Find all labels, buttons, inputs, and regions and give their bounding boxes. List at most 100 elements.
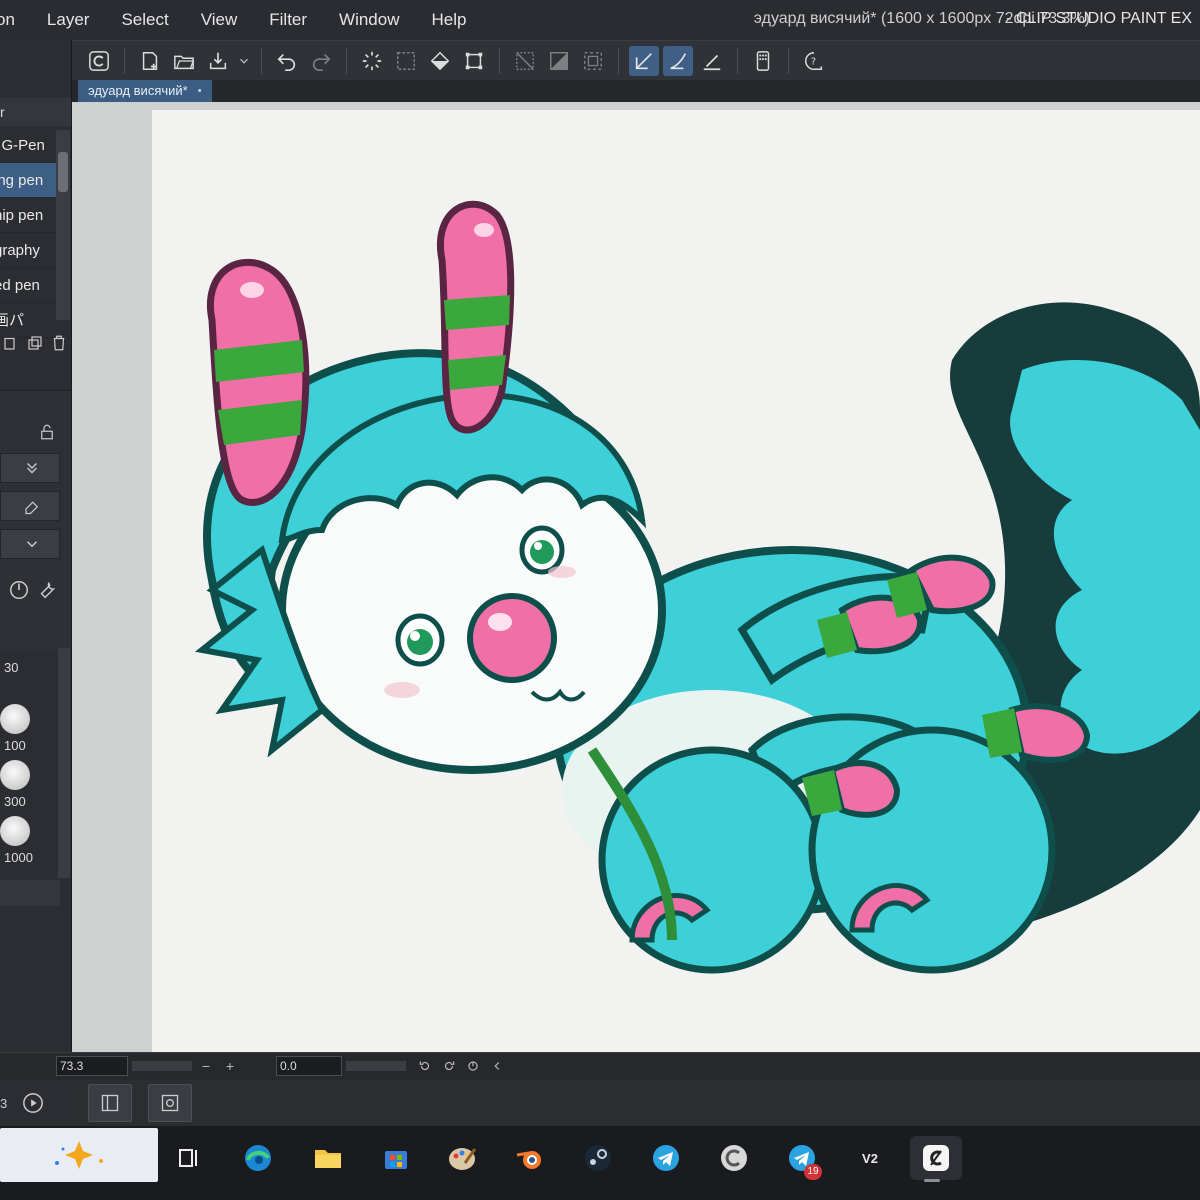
camera-frame-icon: [161, 1094, 179, 1112]
brush-size-item[interactable]: 1000: [0, 816, 60, 872]
task-view-button[interactable]: [168, 1136, 212, 1180]
panel-toggle-button[interactable]: [88, 1084, 132, 1122]
brush-size-item[interactable]: 300: [0, 760, 60, 816]
brush-size-item[interactable]: 30: [0, 648, 60, 704]
snap-grid-icon: [584, 51, 602, 70]
redo-icon: [312, 53, 331, 71]
zoom-in-button[interactable]: +: [220, 1057, 240, 1075]
hide-selection-icon: [516, 51, 534, 70]
sub-tool-duplicate-button[interactable]: [24, 332, 46, 354]
clip-studio-paint-button[interactable]: [910, 1136, 962, 1182]
task-view-icon: [179, 1149, 197, 1167]
menu-item-help[interactable]: Help: [416, 0, 483, 40]
steam-button[interactable]: [576, 1136, 620, 1180]
clip-studio-button[interactable]: [84, 46, 114, 76]
scrollbar-thumb[interactable]: [58, 152, 68, 192]
settings-dial-icon[interactable]: [8, 579, 30, 601]
redo-button[interactable]: [306, 46, 336, 76]
edge-icon: [245, 1145, 271, 1171]
brush-list-scrollbar[interactable]: [56, 130, 70, 320]
menu-bar: on Layer Select View Filter Window Help …: [0, 0, 1200, 40]
brush-size-item[interactable]: 100: [0, 704, 60, 760]
transform-button[interactable]: [459, 46, 489, 76]
clip-studio-icon: [89, 50, 109, 71]
drawing-canvas[interactable]: [152, 110, 1200, 1052]
rotation-slider[interactable]: [346, 1061, 406, 1071]
snap-perspective-button[interactable]: [697, 46, 727, 76]
blender-button[interactable]: [508, 1136, 552, 1180]
sparkle-icon: [55, 1141, 103, 1169]
clip-studio-paint-icon: [923, 1145, 949, 1171]
windows-taskbar: 19 V2: [0, 1126, 1200, 1200]
file-explorer-button[interactable]: [306, 1136, 350, 1180]
snap-ruler-button[interactable]: [629, 45, 659, 76]
clip-studio-launcher-button[interactable]: [712, 1136, 756, 1180]
camera-frame-button[interactable]: [148, 1084, 192, 1122]
brush-item-g-pen[interactable]: l G-Pen: [0, 128, 56, 163]
hide-selection-button[interactable]: [510, 46, 540, 76]
brush-size-preview: [0, 704, 30, 734]
flip-button[interactable]: [488, 1057, 506, 1075]
menu-item-window[interactable]: Window: [323, 0, 415, 40]
rotation-input[interactable]: 0.0: [276, 1056, 342, 1076]
clear-selection-button[interactable]: [357, 46, 387, 76]
undo-button[interactable]: [272, 46, 302, 76]
help-button[interactable]: ?: [799, 46, 829, 76]
canvas-area[interactable]: [72, 102, 1200, 1052]
brush-size-value: 300: [4, 794, 26, 809]
zoom-input[interactable]: 73.3: [56, 1056, 128, 1076]
rotate-left-button[interactable]: [416, 1057, 434, 1075]
telegram-button[interactable]: [644, 1136, 688, 1180]
menu-item-layer[interactable]: Layer: [31, 0, 106, 40]
brush-item-textured-pen[interactable]: ed pen: [0, 268, 56, 303]
new-file-button[interactable]: [135, 46, 165, 76]
brush-shape-row[interactable]: [0, 529, 60, 559]
snap-grid-button[interactable]: [578, 46, 608, 76]
widgets-button[interactable]: [0, 1128, 158, 1182]
microsoft-store-button[interactable]: [374, 1136, 418, 1180]
open-button[interactable]: [169, 46, 199, 76]
invert-selection-button[interactable]: [544, 46, 574, 76]
sub-tool-delete-button[interactable]: [48, 332, 70, 354]
save-dropdown[interactable]: [237, 46, 251, 76]
wrench-icon[interactable]: [36, 579, 58, 601]
navigator-status-bar: 73.3 − + 0.0: [0, 1052, 1200, 1080]
sub-tool-copy-button[interactable]: [0, 332, 22, 354]
reset-rotation-button[interactable]: [464, 1057, 482, 1075]
stabilization-row[interactable]: [0, 453, 60, 483]
brush-item-turnip-pen[interactable]: nip pen: [0, 198, 56, 233]
menu-item-animation[interactable]: on: [0, 0, 31, 40]
artwork-illustration: [194, 200, 1200, 974]
menu-item-select[interactable]: Select: [105, 0, 184, 40]
menu-item-view[interactable]: View: [185, 0, 254, 40]
reset-icon: [468, 1061, 478, 1071]
new-file-icon: [142, 51, 158, 70]
brush-item-inking-pen[interactable]: ing pen: [0, 163, 56, 198]
clip-studio-launcher-icon: [721, 1145, 747, 1171]
v2-app-button[interactable]: V2: [848, 1136, 892, 1180]
menu-item-filter[interactable]: Filter: [253, 0, 323, 40]
zoom-out-button[interactable]: −: [196, 1057, 216, 1075]
save-button[interactable]: [203, 46, 233, 76]
toolbar-separator: [737, 47, 738, 74]
paint-button[interactable]: [440, 1136, 484, 1180]
rotate-right-button[interactable]: [440, 1057, 458, 1075]
document-tab[interactable]: эдуард висячий* •: [78, 80, 212, 102]
anti-alias-row[interactable]: [0, 491, 60, 521]
edge-button[interactable]: [236, 1136, 280, 1180]
rotation-controls: [416, 1057, 506, 1075]
telegram-2-button[interactable]: 19: [780, 1136, 824, 1180]
smartphone-button[interactable]: [748, 46, 778, 76]
brush-size-value: 100: [4, 738, 26, 753]
brush-item-calligraphy[interactable]: graphy: [0, 233, 56, 268]
zoom-slider[interactable]: [132, 1061, 192, 1071]
snap-special-ruler-button[interactable]: [663, 45, 693, 76]
brush-size-value: 1000: [4, 850, 33, 865]
brush-size-scrollbar[interactable]: [58, 648, 70, 878]
fill-button[interactable]: [425, 46, 455, 76]
play-icon[interactable]: [22, 1092, 44, 1114]
select-all-button[interactable]: [391, 46, 421, 76]
toolbar-separator: [618, 47, 619, 74]
tab-close-icon[interactable]: •: [198, 80, 202, 102]
lock-icon: [41, 424, 53, 440]
